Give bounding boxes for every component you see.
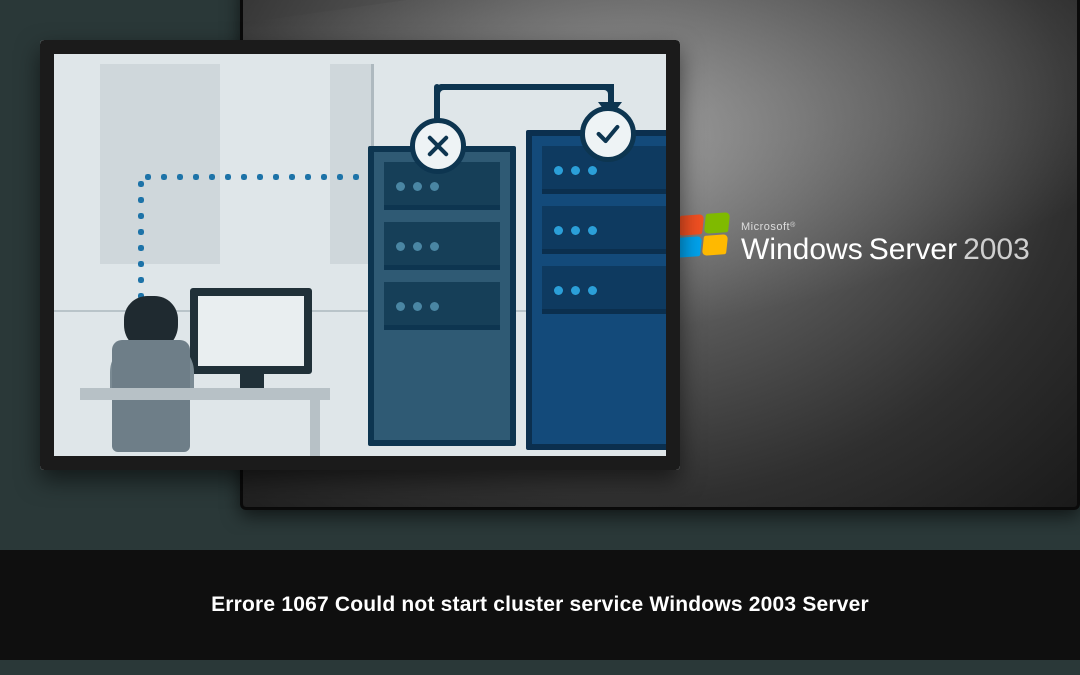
server-failed — [368, 146, 516, 446]
x-badge-icon — [410, 118, 466, 174]
windows-flag-icon — [677, 213, 731, 261]
caption-bar: Errore 1067 Could not start cluster serv… — [0, 550, 1080, 660]
chair — [102, 340, 198, 460]
workstation-monitor — [190, 288, 312, 374]
divider-gap — [0, 535, 1080, 550]
windows-server-brand: Microsoft® WindowsServer2003 — [677, 213, 1037, 265]
check-badge-icon — [580, 106, 636, 162]
brand-year: 2003 — [963, 233, 1030, 266]
failover-arrow — [438, 84, 614, 90]
brand-company-text: Microsoft — [741, 221, 790, 233]
connection-dots-vertical — [137, 176, 145, 316]
x-icon — [424, 132, 452, 160]
hero-section: Microsoft® WindowsServer2003 — [0, 0, 1080, 535]
brand-company: Microsoft® — [741, 222, 1030, 233]
brand-server: Server — [869, 233, 957, 266]
wall-panel — [100, 64, 220, 264]
check-icon — [594, 120, 622, 148]
desk — [80, 388, 330, 400]
article-title: Errore 1067 Could not start cluster serv… — [211, 593, 869, 617]
connection-dots-horizontal — [140, 173, 368, 181]
server-ok — [526, 130, 680, 450]
brand-windows: Windows — [741, 233, 863, 266]
brand-trademark: ® — [790, 222, 796, 229]
brand-product: WindowsServer2003 — [741, 235, 1030, 265]
failover-illustration — [40, 40, 680, 470]
